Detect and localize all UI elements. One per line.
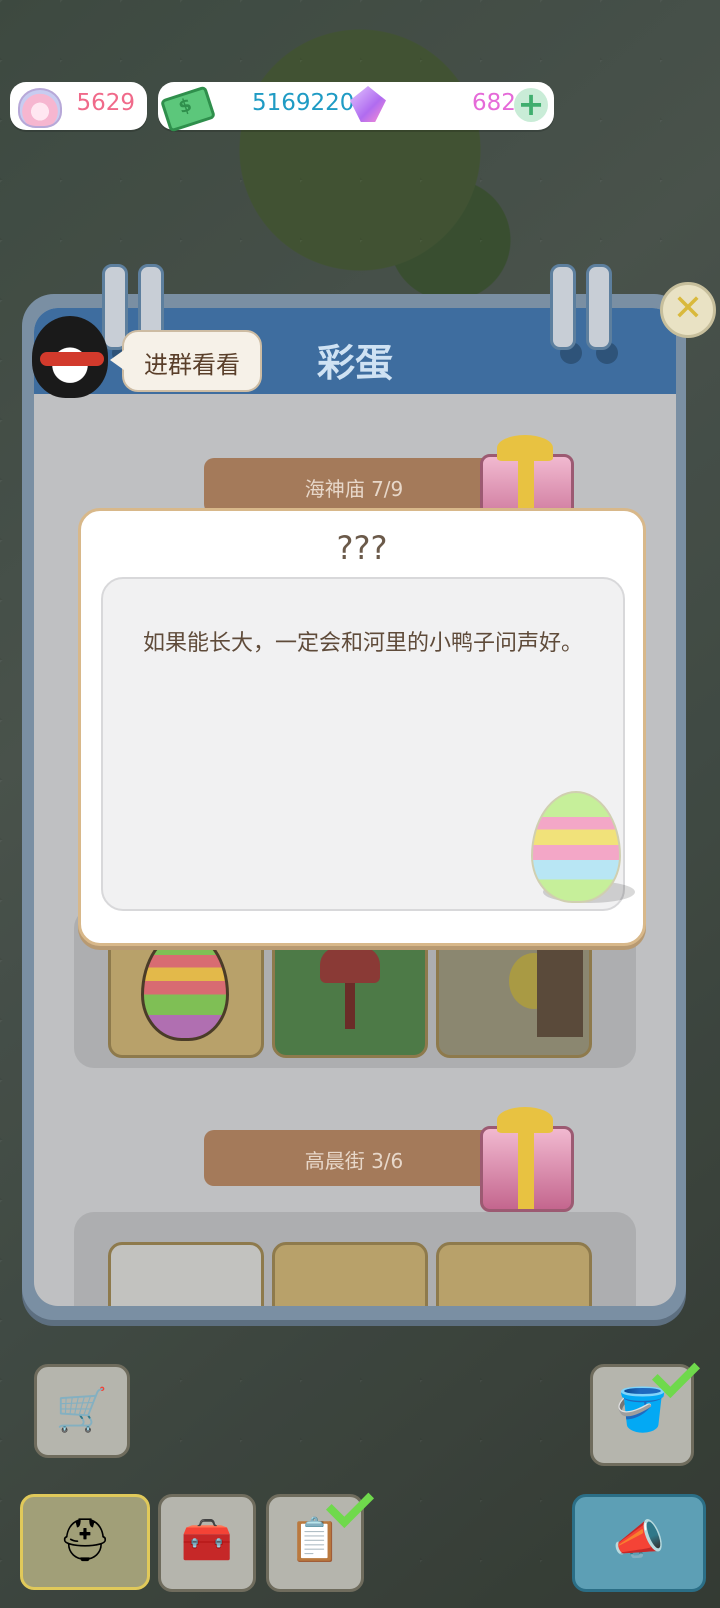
gem-icon [350,86,386,122]
shell-icon [18,88,62,128]
section-label-2: 高晨街 3/6 [304,1149,404,1173]
close-icon[interactable]: ✕ [660,282,716,338]
megaphone-character-button[interactable]: 📣 [572,1494,706,1592]
binder-ring [550,264,576,350]
binder-ring [586,264,612,350]
shell-count: 5629 [76,90,135,116]
mascot-scarf [40,352,104,366]
egg-detail-modal: ??? 如果能长大，一定会和河里的小鸭子问声好。 [78,508,646,946]
megaphone-icon: 📣 [612,1515,666,1564]
egg-card[interactable] [436,1242,592,1306]
toolbox-button[interactable]: 🧰 [158,1494,256,1592]
build-hat-button[interactable]: ⛑ [20,1494,150,1590]
join-group-label: 进群看看 [144,351,240,379]
gem-count: 682 [472,90,516,116]
shell-counter: 5629 [10,82,147,130]
section-2-cards [74,1212,636,1306]
gift-icon[interactable] [480,1107,574,1212]
money-count: 5169220 [252,90,355,116]
egg-icon [141,931,229,1041]
cart-icon: 🛒 [55,1385,109,1434]
modal-body: 如果能长大，一定会和河里的小鸭子问声好。 [101,577,635,911]
bucket-button[interactable]: 🪣 [590,1349,701,1466]
add-gems-button[interactable]: + [514,88,548,122]
bucket-icon: 🪣 [615,1385,669,1434]
egg-icon [531,791,621,903]
toolbox-icon: 🧰 [180,1515,234,1564]
section-header-1: 海神庙 7/9 [204,458,504,514]
locked-card[interactable] [108,1242,264,1306]
money-icon [159,85,217,133]
modal-description: 如果能长大，一定会和河里的小鸭子问声好。 [142,631,583,656]
tasks-clipboard-button[interactable]: 📋 [266,1479,375,1592]
section-label-1: 海神庙 7/9 [304,477,404,501]
egg-card[interactable] [272,1242,428,1306]
modal-title: ??? [336,529,388,567]
money-gem-counter: 5169220 682 + [158,82,554,133]
hard-hat-icon: ⛑ [58,1515,112,1564]
shop-cart-button[interactable]: 🛒 [34,1364,130,1458]
mailbox-icon [320,947,380,983]
join-group-bubble[interactable]: 进群看看 [110,330,262,392]
section-header-2: 高晨街 3/6 [204,1130,504,1186]
mailbox-post [345,983,355,1029]
